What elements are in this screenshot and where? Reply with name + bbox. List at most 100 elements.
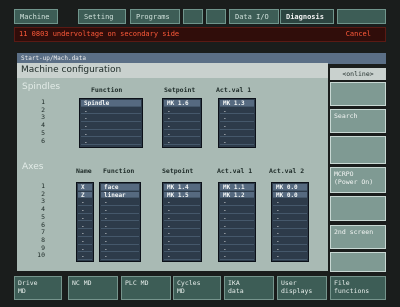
axes-name-cell-1[interactable]: X <box>78 184 92 191</box>
spindles-actval1-cell-1[interactable]: MK 1.3 <box>220 100 254 107</box>
axes-actval1-cell-6[interactable]: - <box>220 223 254 230</box>
softkey-right-7[interactable] <box>330 252 386 272</box>
axes-actval1-cell-1[interactable]: MK 1.1 <box>220 184 254 191</box>
axes-function-cell-3[interactable]: - <box>101 199 139 207</box>
search-button[interactable]: Search <box>330 109 386 133</box>
axes-function-cell-10[interactable]: - <box>101 253 139 260</box>
axes-setpoint-cell-5[interactable]: - <box>164 215 200 222</box>
softkey-right-1[interactable] <box>330 82 386 106</box>
spindles-setpoint-cell-1[interactable]: MK 1.6 <box>164 100 200 107</box>
tab-blank-3[interactable] <box>337 9 386 24</box>
axes-setpoint-cell-6[interactable]: - <box>164 223 200 230</box>
spindles-setpoint-cell-4[interactable]: - <box>164 123 200 130</box>
spindles-function-cell-1[interactable]: Spindle <box>81 100 141 107</box>
axes-name-cell-8[interactable]: - <box>78 238 92 245</box>
spindles-function-cell-2[interactable]: - <box>81 108 141 115</box>
axes-setpoint-cell-8[interactable]: - <box>164 238 200 245</box>
spindles-setpoint-cell-5[interactable]: - <box>164 131 200 138</box>
axes-actval2-cell-9[interactable]: - <box>273 246 307 253</box>
axes-actval1-cell-9[interactable]: - <box>220 246 254 253</box>
axes-actval1-cell-3[interactable]: - <box>220 199 254 207</box>
ika-data-button[interactable]: IKA data <box>224 276 274 300</box>
axes-actval2-cell-2[interactable]: MK 0.0 <box>273 191 307 199</box>
spindles-setpoint-grid[interactable]: MK 1.6- - - - - <box>162 98 202 148</box>
axes-actval2-cell-1[interactable]: MK 0.0 <box>273 184 307 191</box>
axes-name-cell-2[interactable]: Z <box>78 191 92 199</box>
axes-actval2-cell-10[interactable]: - <box>273 253 307 260</box>
axes-actval2-cell-8[interactable]: - <box>273 238 307 245</box>
spindles-setpoint-cell-2[interactable]: - <box>164 108 200 115</box>
axes-actval2-grid[interactable]: MK 0.0 MK 0.0- - - - - - - - <box>271 182 309 262</box>
tab-programs[interactable]: Programs <box>130 9 180 24</box>
axes-setpoint-grid[interactable]: MK 1.4 MK 1.5- - - - - - - - <box>162 182 202 262</box>
spindles-actval1-cell-5[interactable]: - <box>220 131 254 138</box>
tab-data-io[interactable]: Data I/O <box>229 9 279 24</box>
drive-md-button[interactable]: Drive MD <box>14 276 62 300</box>
spindles-function-cell-5[interactable]: - <box>81 131 141 138</box>
axes-actval1-grid[interactable]: MK 1.1 MK 1.2- - - - - - - - <box>218 182 256 262</box>
axes-setpoint-cell-3[interactable]: - <box>164 199 200 207</box>
tab-setting[interactable]: Setting <box>78 9 126 24</box>
axes-name-cell-5[interactable]: - <box>78 215 92 222</box>
axes-setpoint-cell-9[interactable]: - <box>164 246 200 253</box>
axes-function-cell-4[interactable]: - <box>101 207 139 214</box>
axes-actval1-cell-5[interactable]: - <box>220 215 254 222</box>
axes-function-cell-7[interactable]: - <box>101 230 139 237</box>
second-screen-button[interactable]: 2nd screen <box>330 225 386 249</box>
axes-function-cell-2[interactable]: linear <box>101 191 139 199</box>
axes-actval2-cell-7[interactable]: - <box>273 230 307 237</box>
axes-name-grid[interactable]: XZ-------- <box>76 182 94 262</box>
axes-function-cell-1[interactable]: face <box>101 184 139 191</box>
mcrpo-sublabel: (Power On) <box>334 178 374 186</box>
axes-name-cell-10[interactable]: - <box>78 253 92 260</box>
axes-actval1-cell-7[interactable]: - <box>220 230 254 237</box>
tab-blank-2[interactable] <box>206 9 226 24</box>
spindles-actval1-cell-2[interactable]: - <box>220 108 254 115</box>
spindles-setpoint-cell-6[interactable]: - <box>164 139 200 146</box>
file-functions-button[interactable]: File functions <box>330 276 386 300</box>
spindles-function-cell-6[interactable]: - <box>81 139 141 146</box>
tab-diagnosis[interactable]: Diagnosis <box>280 9 334 24</box>
spindles-function-grid[interactable]: Spindle - - - - - <box>79 98 143 148</box>
axes-name-cell-3[interactable]: - <box>78 199 92 207</box>
axes-function-cell-5[interactable]: - <box>101 215 139 222</box>
spindles-actval1-cell-3[interactable]: - <box>220 115 254 123</box>
user-displays-button[interactable]: User displays <box>277 276 327 300</box>
axes-name-cell-6[interactable]: - <box>78 223 92 230</box>
cycles-md-button[interactable]: Cycles MD <box>173 276 221 300</box>
axes-name-cell-4[interactable]: - <box>78 207 92 214</box>
plc-md-button[interactable]: PLC MD <box>121 276 171 300</box>
axes-actval1-cell-2[interactable]: MK 1.2 <box>220 191 254 199</box>
axes-name-cell-7[interactable]: - <box>78 230 92 237</box>
axes-function-cell-6[interactable]: - <box>101 223 139 230</box>
axes-setpoint-cell-4[interactable]: - <box>164 207 200 214</box>
axes-actval1-cell-4[interactable]: - <box>220 207 254 214</box>
axes-function-grid[interactable]: face linear - - - - - - - - <box>99 182 141 262</box>
cancel-button[interactable]: Cancel <box>346 30 371 38</box>
spindles-setpoint-cell-3[interactable]: - <box>164 115 200 123</box>
axes-function-cell-8[interactable]: - <box>101 238 139 245</box>
spindles-function-cell-4[interactable]: - <box>81 123 141 130</box>
axes-actval1-cell-10[interactable]: - <box>220 253 254 260</box>
tab-machine[interactable]: Machine <box>14 9 58 24</box>
nc-md-button[interactable]: NC MD <box>68 276 118 300</box>
axes-actval2-cell-6[interactable]: - <box>273 223 307 230</box>
axes-actval1-cell-8[interactable]: - <box>220 238 254 245</box>
spindles-actval1-grid[interactable]: MK 1.3- - - - - <box>218 98 256 148</box>
softkey-right-5[interactable] <box>330 196 386 221</box>
axes-name-cell-9[interactable]: - <box>78 246 92 253</box>
axes-actval2-cell-5[interactable]: - <box>273 215 307 222</box>
axes-actval2-cell-3[interactable]: - <box>273 199 307 207</box>
axes-actval2-cell-4[interactable]: - <box>273 207 307 214</box>
axes-setpoint-cell-2[interactable]: MK 1.5 <box>164 191 200 199</box>
tab-blank-1[interactable] <box>183 9 203 24</box>
axes-function-cell-9[interactable]: - <box>101 246 139 253</box>
spindles-actval1-cell-6[interactable]: - <box>220 139 254 146</box>
spindles-function-cell-3[interactable]: - <box>81 115 141 123</box>
axes-setpoint-cell-7[interactable]: - <box>164 230 200 237</box>
axes-setpoint-cell-1[interactable]: MK 1.4 <box>164 184 200 191</box>
spindles-actval1-cell-4[interactable]: - <box>220 123 254 130</box>
mcrpo-button[interactable]: MCRPO (Power On) <box>330 167 386 193</box>
softkey-right-3[interactable] <box>330 136 386 164</box>
axes-setpoint-cell-10[interactable]: - <box>164 253 200 260</box>
